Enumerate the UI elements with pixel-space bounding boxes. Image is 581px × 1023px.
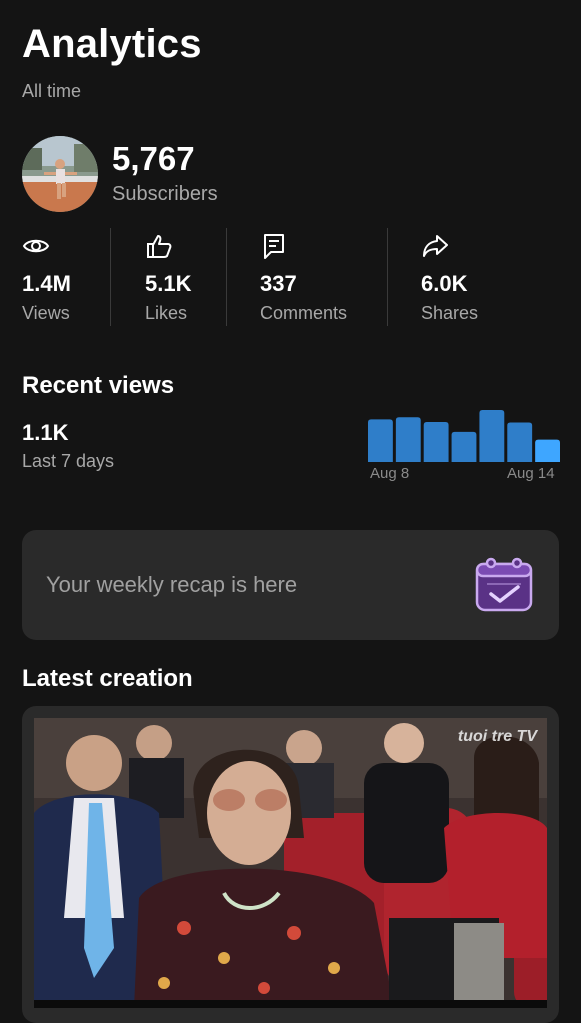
period-selector[interactable]: All time	[22, 81, 81, 102]
chart-bar-aug-9[interactable]	[395, 417, 421, 462]
chart-axis-end: Aug 14	[507, 465, 555, 482]
subscriber-label: Subscribers	[112, 183, 218, 205]
stat-label: Likes	[145, 303, 188, 323]
stat-label: Comments	[260, 303, 348, 323]
chart-bar-aug-12[interactable]	[479, 410, 505, 462]
stats-row: 1.4M Views 5.1K Likes 337 Comments 6.0K …	[0, 228, 581, 326]
channel-avatar[interactable]	[22, 136, 98, 212]
calendar-check-icon	[475, 557, 533, 612]
video-thumbnail[interactable]: tuoi tre TV	[34, 718, 547, 1008]
chart-bar-aug-10[interactable]	[423, 421, 449, 462]
comment-icon	[264, 234, 284, 259]
chart-bar-aug-13[interactable]	[507, 422, 533, 462]
stat-label: Shares	[421, 303, 479, 323]
divider	[387, 228, 388, 326]
stat-value: 5.1K	[145, 271, 192, 296]
stat-value: 6.0K	[421, 271, 468, 296]
chart-bar-aug-11[interactable]	[451, 431, 477, 462]
recent-views-title: Recent views	[22, 372, 175, 399]
share-icon	[423, 235, 448, 257]
weekly-recap-card[interactable]: Your weekly recap is here	[22, 530, 559, 640]
stat-value: 337	[260, 271, 297, 296]
divider	[226, 228, 227, 326]
stat-label: Views	[22, 303, 70, 323]
subscriber-count: 5,767	[112, 140, 195, 177]
stat-value: 1.4M	[22, 271, 71, 296]
recent-views-value: 1.1K	[22, 420, 69, 445]
chart-bar-aug-8[interactable]	[368, 419, 393, 462]
watermark-logo: tuoi tre TV	[457, 728, 537, 745]
chart-bar-aug-14[interactable]	[535, 439, 560, 462]
thumbnail-image	[34, 718, 547, 1008]
recent-views-period: Last 7 days	[22, 451, 115, 471]
eye-icon	[22, 239, 50, 253]
latest-creation-title: Latest creation	[22, 665, 193, 692]
thumbs-up-icon	[147, 235, 172, 258]
latest-creation-card[interactable]: tuoi tre TV	[22, 706, 559, 1023]
chart-axis-start: Aug 8	[370, 465, 410, 482]
page-title: Analytics	[22, 22, 202, 66]
divider	[110, 228, 111, 326]
recap-text: Your weekly recap is here	[46, 572, 298, 597]
